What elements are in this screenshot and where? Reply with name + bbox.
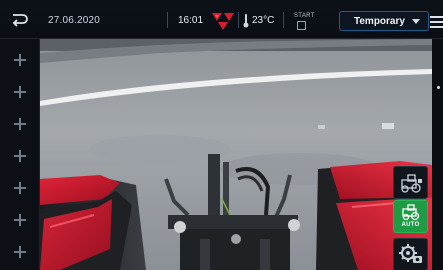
scroll-indicator [437,86,440,89]
gear-icon [399,244,422,263]
tractor-icon [402,204,420,221]
start-label: START [294,13,315,19]
right-edge-bar [432,39,443,270]
auto-label: AUTO [401,222,420,228]
thermometer-icon [243,14,249,28]
add-button-3[interactable] [14,118,26,130]
chevron-down-icon [412,19,420,24]
add-button-4[interactable] [14,150,26,162]
tractor-view-button[interactable] [393,166,428,199]
add-button-2[interactable] [14,86,26,98]
left-toolbar [0,39,40,270]
tractor-icon [401,174,422,193]
rear-camera-view [40,39,432,270]
mode-dropdown[interactable]: Temporary [339,11,429,31]
divider [283,12,284,28]
temperature-display: 23°C [252,15,275,26]
divider [238,12,239,28]
date-display: 27.06.2020 [48,15,101,26]
back-arrow-icon[interactable] [11,13,29,27]
camera-settings-button[interactable] [393,238,428,270]
add-button-5[interactable] [14,182,26,194]
add-button-7[interactable] [14,246,26,258]
add-button-6[interactable] [14,214,26,226]
status-bar: 27.06.2020 16:01 23°C START Temporary [0,0,443,39]
hamburger-menu-icon[interactable] [430,16,443,28]
start-icon[interactable] [297,21,306,30]
brand-triangles-icon [212,13,234,30]
camera-image [40,39,432,270]
time-display: 16:01 [178,15,204,26]
divider [167,12,168,28]
auto-mode-button[interactable]: AUTO [393,200,428,233]
mode-selected-value: Temporary [354,16,405,27]
add-button-1[interactable] [14,54,26,66]
